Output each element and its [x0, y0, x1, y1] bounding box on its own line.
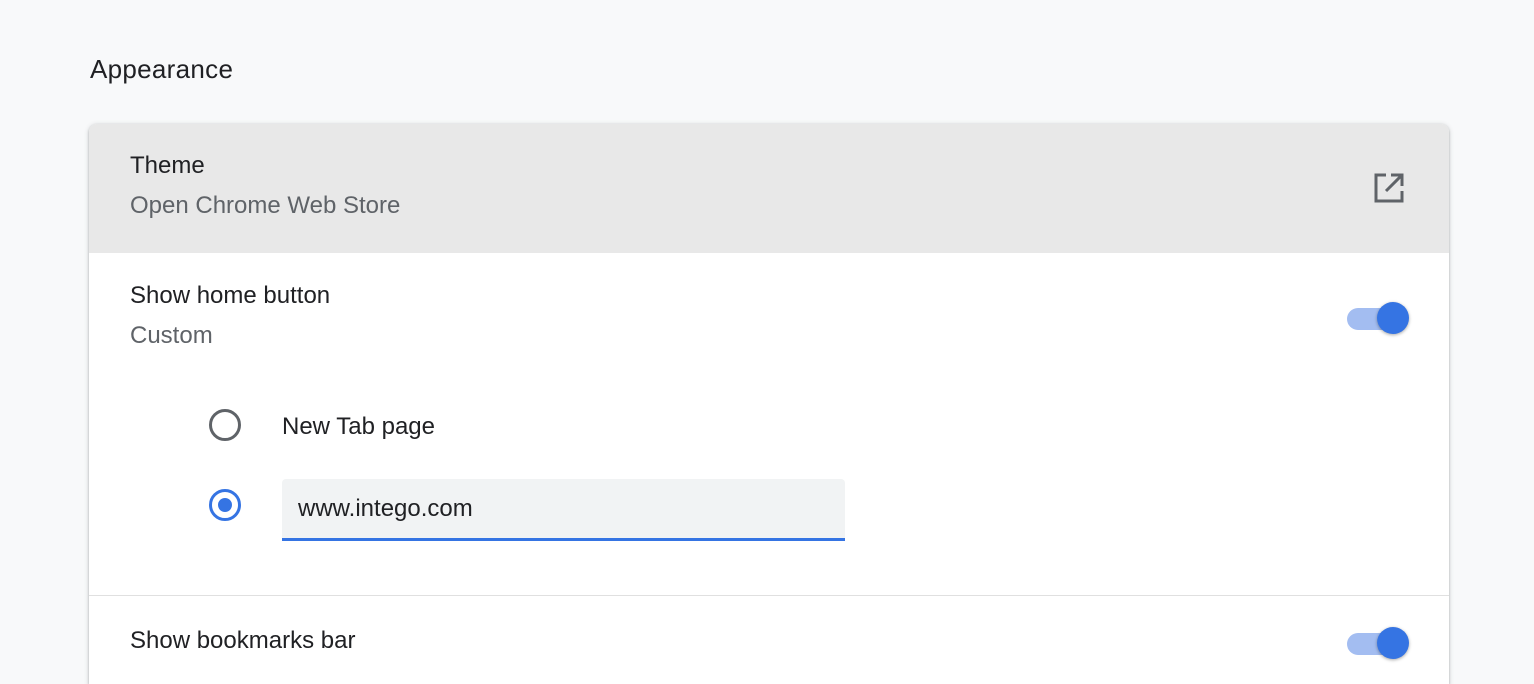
- theme-row[interactable]: Theme Open Chrome Web Store: [89, 124, 1449, 253]
- radio-new-tab-page-label[interactable]: New Tab page: [282, 413, 435, 441]
- bookmarks-bar-label: Show bookmarks bar: [130, 627, 356, 654]
- appearance-settings-card: Theme Open Chrome Web Store Show home bu…: [89, 124, 1449, 684]
- section-title-appearance: Appearance: [90, 54, 234, 84]
- radio-selected-dot: [218, 498, 232, 512]
- toggle-knob: [1377, 627, 1409, 659]
- radio-new-tab-page[interactable]: [209, 409, 241, 441]
- row-divider: [89, 595, 1449, 596]
- home-url-input[interactable]: [282, 479, 845, 541]
- home-button-row: Show home button Custom New Tab page: [89, 253, 1449, 595]
- home-button-label: Show home button: [130, 282, 331, 309]
- toggle-knob: [1377, 302, 1409, 334]
- theme-label: Theme: [130, 152, 205, 179]
- theme-sublabel: Open Chrome Web Store: [130, 192, 401, 219]
- open-in-new-icon[interactable]: [1369, 168, 1409, 208]
- radio-custom-url[interactable]: [209, 489, 241, 521]
- bookmarks-bar-toggle[interactable]: [1347, 626, 1409, 660]
- home-button-toggle[interactable]: [1347, 301, 1409, 335]
- home-button-sublabel: Custom: [130, 322, 213, 349]
